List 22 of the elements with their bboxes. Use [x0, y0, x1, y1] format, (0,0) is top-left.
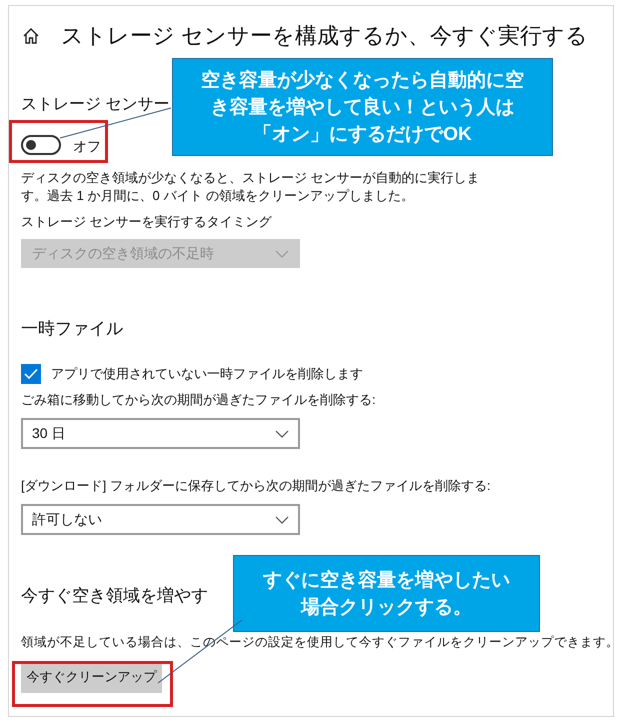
dropdown: ディスクの空き領域の不足時: [21, 239, 300, 268]
callout: 空き容量が少なくなったら自動的に空き容量を増やして良い！という人は「オン」にするだけでOK: [172, 58, 553, 156]
window-title: ストレージ センサーを構成するか、今すぐ実行する: [61, 22, 588, 50]
callout: すぐに空き容量を増やしたい場合クリックする。: [233, 555, 540, 632]
field-label: ごみ箱に移動してから次の期間が過ぎたファイルを削除する:: [21, 391, 377, 409]
description-text: ディスクの空き領域が少なくなると、ストレージ センサーが自動的に実行します。過去 1 か月間に、0 バイト の領域をクリーンアップしました。: [21, 169, 481, 205]
cleanup-button[interactable]: 今すぐクリーンアップ: [21, 661, 162, 693]
field-label: ストレージ センサーを実行するタイミング: [21, 213, 273, 231]
chevron-down-icon: [275, 430, 289, 438]
checkbox[interactable]: [21, 364, 41, 384]
chevron-down-icon: [275, 250, 289, 258]
field-label: [ダウンロード] フォルダーに保存してから次の期間が過ぎたファイルを削除する:: [21, 477, 492, 495]
chevron-down-icon: [275, 516, 289, 524]
toggle-label: オフ: [73, 137, 101, 156]
checkmark-icon: [24, 368, 38, 380]
section-heading: 今すぐ空き領域を増やす: [21, 585, 208, 607]
checkbox-label: アプリで使用されていない一時ファイルを削除します: [51, 365, 363, 384]
section-heading: 一時ファイル: [21, 318, 123, 340]
section-heading: ストレージ センサー: [21, 95, 170, 115]
home-icon[interactable]: [22, 27, 40, 45]
dropdown[interactable]: 30 日: [21, 418, 300, 449]
dropdown[interactable]: 許可しない: [21, 504, 300, 535]
